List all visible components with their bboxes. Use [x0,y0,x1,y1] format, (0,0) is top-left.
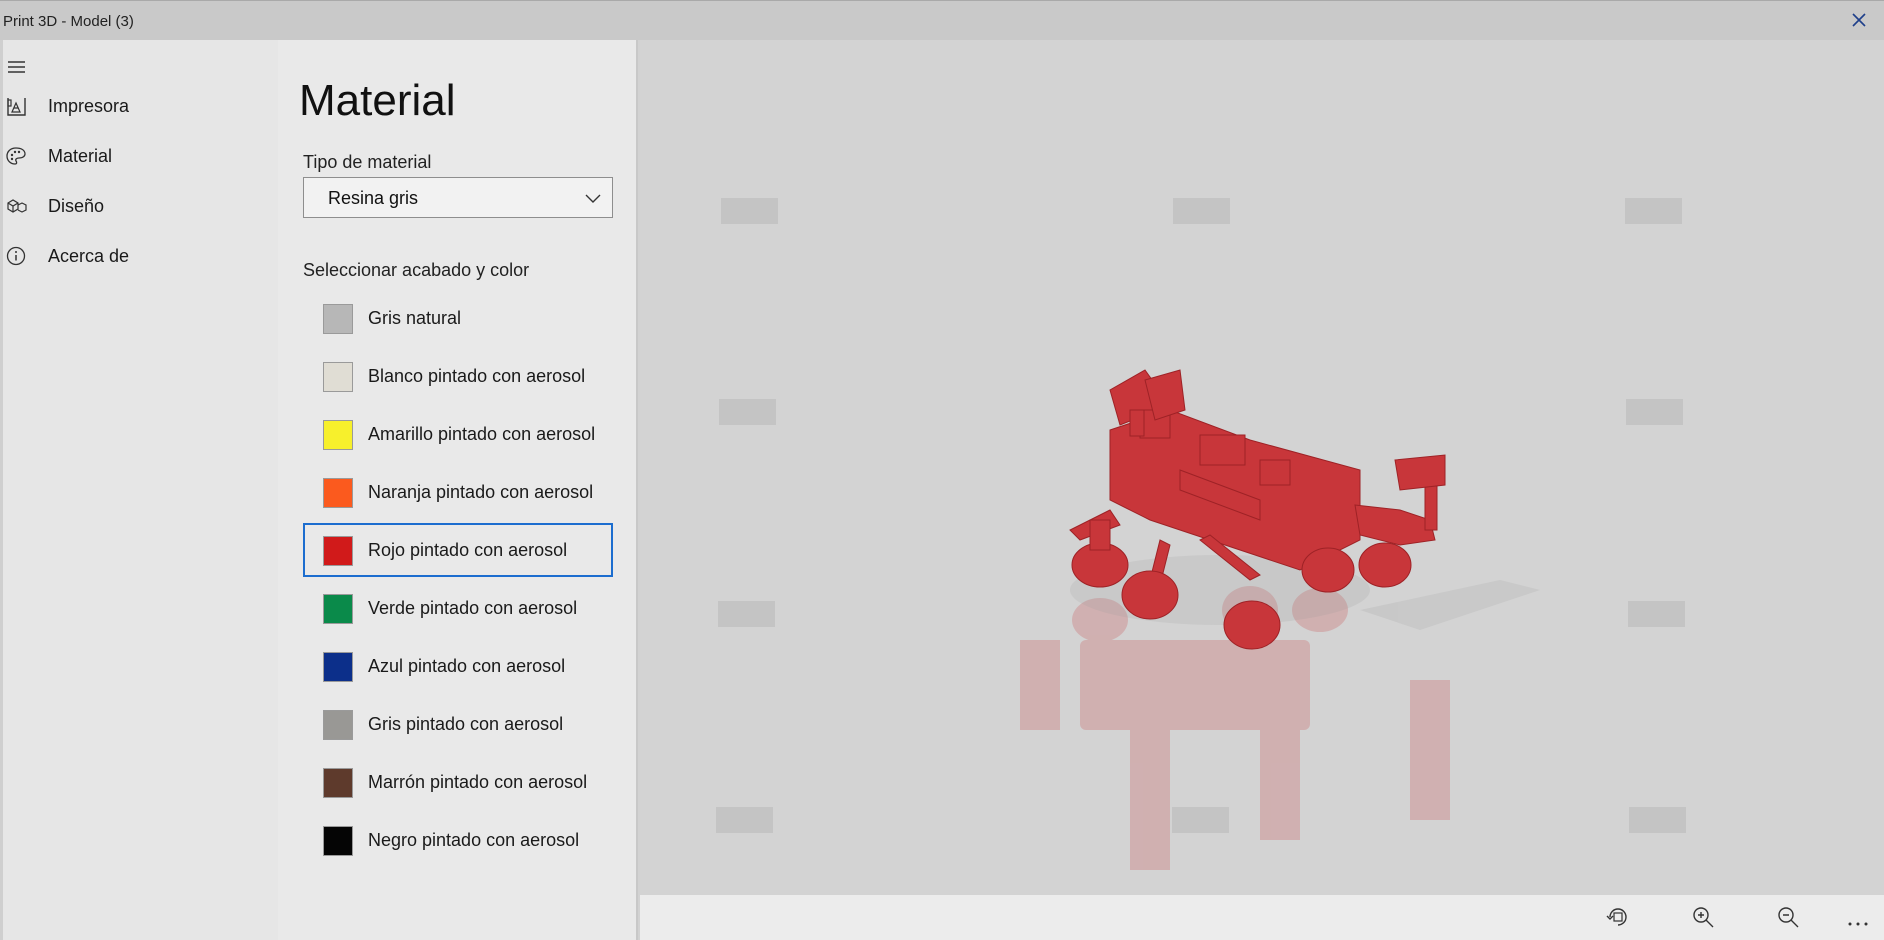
zoom-out-icon [1778,907,1799,928]
sidebar-item-acerca-de[interactable]: Acerca de [3,236,281,278]
finish-option-label: Amarillo pintado con aerosol [368,424,596,444]
color-swatch [323,710,353,740]
color-swatch [323,768,353,798]
color-swatch [323,594,353,624]
sidebar-item-label: Material [48,146,113,166]
close-button[interactable] [1848,9,1870,31]
sidebar: Impresora Material Diseño Acerca de [0,40,278,940]
hamburger-menu-button[interactable] [7,58,27,76]
printer-icon [5,95,27,117]
finish-color-label: Seleccionar acabado y color [303,260,530,280]
sidebar-item-label: Impresora [48,96,130,116]
material-panel: Material Tipo de material Resina gris Se… [278,40,638,940]
rover-model [1020,369,1540,870]
finish-option-label: Rojo pintado con aerosol [368,540,568,560]
info-icon [5,245,27,267]
material-type-label: Tipo de material [303,152,432,172]
sidebar-item-material[interactable]: Material [3,136,281,178]
hamburger-icon [8,61,25,73]
sidebar-item-impresora[interactable]: Impresora [3,86,281,128]
color-swatch [323,304,353,334]
palette-icon [5,145,27,167]
color-swatch [323,420,353,450]
window-title: Print 3D - Model (3) [3,13,134,30]
more-icon [1848,922,1868,926]
finish-option-azul[interactable]: Azul pintado con aerosol [303,639,613,693]
finish-option-label: Naranja pintado con aerosol [368,482,594,502]
finish-option-gris[interactable]: Gris pintado con aerosol [303,697,613,751]
color-swatch [323,478,353,508]
zoom-in-button[interactable] [1690,904,1716,930]
finish-option-label: Negro pintado con aerosol [368,830,580,850]
finish-option-marron[interactable]: Marrón pintado con aerosol [303,755,613,809]
finish-option-label: Azul pintado con aerosol [368,656,566,676]
finish-option-label: Gris pintado con aerosol [368,714,564,734]
rotate-view-icon [1606,908,1627,926]
finish-option-negro[interactable]: Negro pintado con aerosol [303,813,613,867]
finish-option-rojo[interactable]: Rojo pintado con aerosol [303,523,613,577]
finish-option-verde[interactable]: Verde pintado con aerosol [303,581,613,635]
cubes-icon [5,195,27,217]
color-swatch [323,362,353,392]
finish-option-label: Verde pintado con aerosol [368,598,578,618]
sidebar-item-label: Diseño [48,196,105,216]
title-bar: Print 3D - Model (3) [0,0,1884,40]
sidebar-item-diseno[interactable]: Diseño [3,186,281,228]
rotate-view-button[interactable] [1605,904,1631,930]
finish-option-label: Marrón pintado con aerosol [368,772,588,792]
model-viewport[interactable] [640,40,1884,895]
finish-option-blanco[interactable]: Blanco pintado con aerosol [303,349,613,403]
finish-option-naranja[interactable]: Naranja pintado con aerosol [303,465,613,519]
finish-option-gris-natural[interactable]: Gris natural [303,291,613,345]
sidebar-item-label: Acerca de [48,246,130,266]
more-options-button[interactable] [1845,904,1871,930]
chevron-down-icon [584,189,602,207]
finish-option-label: Blanco pintado con aerosol [368,366,586,386]
color-swatch [323,826,353,856]
zoom-out-button[interactable] [1775,904,1801,930]
finish-option-amarillo[interactable]: Amarillo pintado con aerosol [303,407,613,461]
view-toolbar [640,895,1884,940]
material-type-dropdown[interactable]: Resina gris [303,177,613,218]
zoom-in-icon [1693,907,1714,928]
color-swatch [323,652,353,682]
close-icon [1852,13,1866,27]
material-type-value: Resina gris [328,188,419,208]
finish-option-label: Gris natural [368,308,462,328]
color-swatch [323,536,353,566]
page-title: Material [299,76,456,125]
